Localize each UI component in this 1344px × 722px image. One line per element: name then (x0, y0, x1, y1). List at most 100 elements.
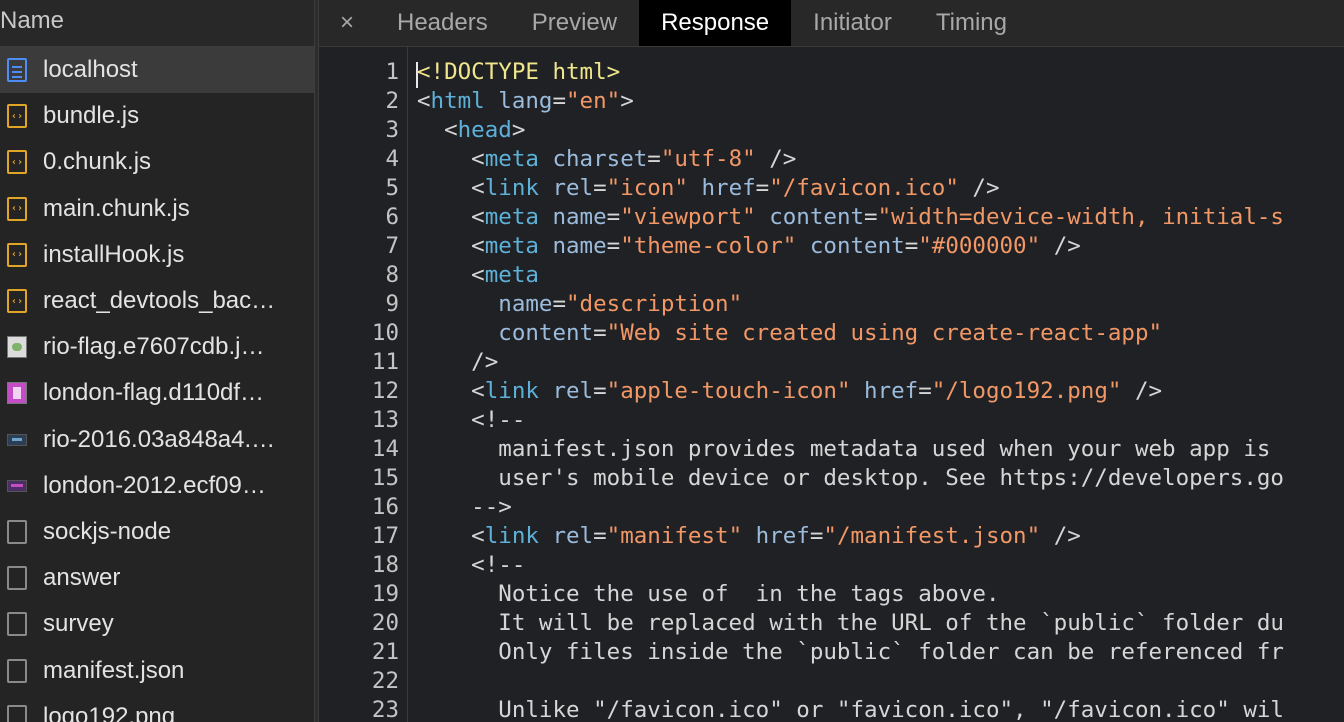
file-icon (7, 658, 27, 683)
request-row[interactable]: ‹› 0.chunk.js (0, 139, 314, 185)
close-details-button[interactable]: × (319, 0, 375, 46)
token: meta (484, 146, 539, 172)
request-row[interactable]: london-2012.ecf09… (0, 463, 314, 509)
request-row[interactable]: manifest.json (0, 647, 314, 693)
request-name: rio-2016.03a848a4.… (43, 425, 276, 453)
details-tabs: Headers Preview Response Initiator Timing (375, 0, 1029, 46)
request-row[interactable]: ‹› installHook.js (0, 232, 314, 278)
line-number: 15 (371, 465, 399, 491)
token: "en" (566, 88, 621, 114)
request-row[interactable]: ‹› main.chunk.js (0, 186, 314, 232)
token: = (647, 146, 661, 172)
request-row[interactable]: localhost (0, 47, 314, 94)
tab-headers[interactable]: Headers (375, 0, 510, 46)
token: meta (484, 204, 539, 230)
tab-preview[interactable]: Preview (510, 0, 639, 46)
line-code: <!-- (417, 406, 525, 435)
token: link (484, 378, 539, 404)
tab-response[interactable]: Response (639, 0, 792, 46)
request-row[interactable]: london-flag.d110df… (0, 370, 314, 416)
token: /> (1121, 378, 1163, 404)
token: link (484, 523, 539, 549)
request-name: logo192.png (43, 702, 176, 722)
request-row[interactable]: rio-2016.03a848a4.… (0, 417, 314, 463)
name-column-header[interactable]: Name (0, 0, 314, 47)
token: content (769, 204, 865, 230)
source-line: 21 Only files inside the `public` folder… (319, 638, 1344, 667)
token: "apple-touch-icon" (606, 378, 851, 404)
document-icon (7, 58, 27, 83)
request-name: react_devtools_bac… (43, 287, 276, 315)
line-number: 2 (385, 88, 399, 114)
token: "manifest" (606, 523, 743, 549)
token: lang (498, 88, 553, 114)
source-line: 6 <meta name="viewport" content="width=d… (319, 203, 1344, 232)
request-row[interactable]: logo192.png (0, 694, 314, 722)
token: "viewport" (620, 204, 756, 230)
token: name (498, 291, 553, 317)
file-icon (7, 612, 27, 637)
request-list: localhost ‹› bundle.js ‹› 0.chunk.js ‹› main.c… (0, 47, 314, 722)
request-name: answer (43, 564, 121, 592)
tab-initiator[interactable]: Initiator (791, 0, 914, 46)
request-row[interactable]: answer (0, 555, 314, 601)
request-name: survey (43, 610, 114, 638)
token: meta (484, 233, 539, 259)
line-number: 19 (371, 581, 399, 607)
script-icon: ‹› (7, 242, 27, 267)
request-row[interactable]: ‹› bundle.js (0, 93, 314, 139)
request-row[interactable]: sockjs-node (0, 509, 314, 555)
source-line: 17 <link rel="manifest" href="/manifest.… (319, 522, 1344, 551)
token: = (552, 88, 567, 114)
line-number: 13 (371, 407, 399, 433)
token: < (417, 233, 485, 259)
request-name: manifest.json (43, 656, 185, 684)
source-line: 23 Unlike "/favicon.ico" or "favicon.ico… (319, 696, 1344, 722)
line-code: --> (417, 493, 512, 522)
token: name (552, 204, 607, 230)
request-row[interactable]: rio-flag.e7607cdb.j… (0, 324, 314, 370)
request-name: rio-flag.e7607cdb.j… (43, 333, 265, 361)
request-row[interactable]: ‹› react_devtools_bac… (0, 278, 314, 324)
token: href (755, 523, 810, 549)
token: html (430, 88, 485, 114)
image-icon (7, 382, 27, 405)
token: "/favicon.ico" (769, 175, 959, 201)
tab-timing[interactable]: Timing (914, 0, 1029, 46)
request-list-pane: Name localhost ‹› bundle.js ‹› 0.chunk.js ‹› m… (0, 0, 314, 722)
source-line: 5 <link rel="icon" href="/favicon.ico" /… (319, 174, 1344, 203)
token: meta (484, 262, 539, 288)
source-line: 4 <meta charset="utf-8" /> (319, 145, 1344, 174)
source-line: 20 It will be replaced with the URL of t… (319, 609, 1344, 638)
token: /> (755, 146, 797, 172)
script-icon: ‹› (7, 196, 27, 221)
request-name: localhost (43, 56, 138, 84)
source-line: 2 <html lang="en"> (319, 87, 1344, 116)
token: "icon" (606, 175, 688, 201)
line-number: 21 (371, 639, 399, 665)
token: "Web site created using create-react-app… (606, 320, 1163, 346)
token: user's mobile device or desktop. See htt… (417, 465, 1284, 491)
token: < (417, 204, 485, 230)
token: /> (1040, 523, 1081, 549)
token: "/logo192.png" (931, 378, 1122, 404)
token: href (864, 378, 919, 404)
line-code: <!DOCTYPE html> (417, 58, 620, 87)
response-source-viewer[interactable]: 1 <!DOCTYPE html> 2 <html lang="en"> 3 <head… (319, 47, 1344, 722)
request-name: bundle.js (43, 102, 140, 130)
token: = (552, 291, 567, 317)
line-code: <meta (417, 261, 539, 290)
line-code: user's mobile device or desktop. See htt… (417, 464, 1284, 493)
line-code: /> (417, 348, 498, 377)
request-row[interactable]: survey (0, 601, 314, 647)
token: < (417, 378, 485, 404)
line-code: It will be replaced with the URL of the … (417, 609, 1284, 638)
